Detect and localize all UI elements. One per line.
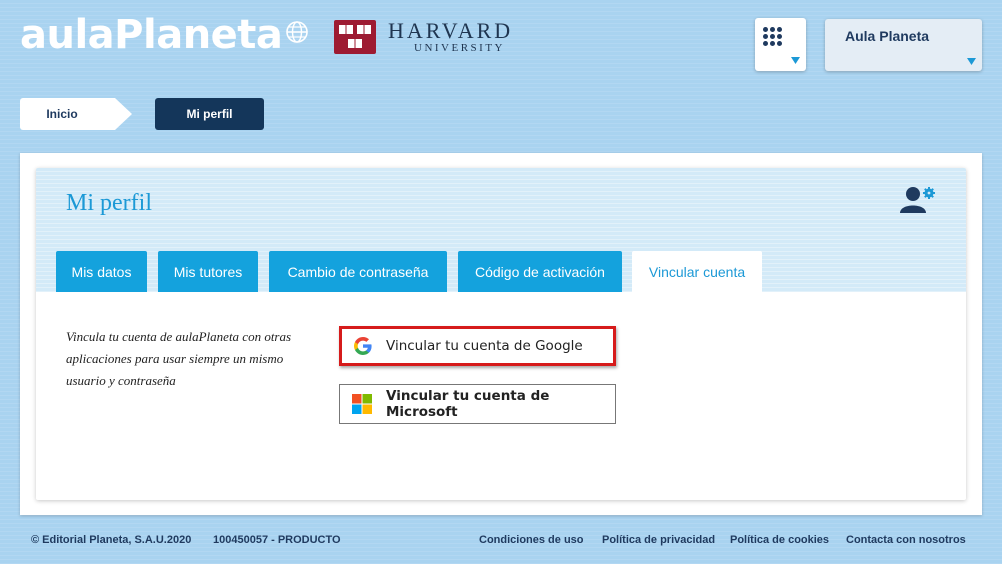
link-microsoft-label: Vincular tu cuenta de Microsoft: [386, 388, 550, 420]
footer-product-code: 100450057 - PRODUCTO: [213, 534, 341, 546]
link-account-description: Vincula tu cuenta de aulaPlaneta con otr…: [66, 329, 292, 388]
google-icon: [354, 337, 372, 355]
harvard-name: HARVARD: [388, 18, 514, 43]
apps-menu-button[interactable]: [755, 18, 806, 71]
profile-card: Mi perfil Mis datos Mis tutores Cambio d…: [36, 168, 966, 500]
page-title: Mi perfil: [66, 190, 152, 216]
footer-link-terms[interactable]: Condiciones de uso: [479, 534, 584, 546]
tab-codigo-activacion[interactable]: Código de activación: [458, 251, 622, 292]
tab-cambio-contrasena[interactable]: Cambio de contraseña: [269, 251, 447, 292]
link-google-button[interactable]: Vincular tu cuenta de Google: [339, 326, 616, 366]
logo-text: aulaPlaneta: [20, 12, 283, 58]
user-menu-dropdown[interactable]: Aula Planeta: [825, 19, 982, 71]
tab-vincular-cuenta[interactable]: Vincular cuenta: [632, 251, 762, 292]
breadcrumb-current: Mi perfil: [155, 98, 264, 130]
user-name: Aula Planeta: [845, 28, 930, 44]
footer-link-cookies[interactable]: Política de cookies: [730, 534, 829, 546]
footer-link-contact[interactable]: Contacta con nosotros: [846, 534, 966, 546]
user-settings-icon[interactable]: [900, 185, 938, 220]
microsoft-icon: [352, 394, 372, 414]
breadcrumb-home[interactable]: Inicio: [20, 98, 132, 130]
harvard-shield-icon: [334, 20, 376, 54]
link-google-label: Vincular tu cuenta de Google: [386, 338, 583, 354]
globe-icon: [285, 8, 309, 54]
footer-link-privacy[interactable]: Política de privacidad: [602, 534, 715, 546]
grid-dots-icon: [763, 27, 782, 46]
caret-down-icon: [791, 57, 800, 64]
tab-mis-tutores[interactable]: Mis tutores: [158, 251, 258, 292]
link-microsoft-button[interactable]: Vincular tu cuenta de Microsoft: [339, 384, 616, 424]
harvard-logo: HARVARD UNIVERSITY: [334, 20, 513, 54]
aulaplaneta-logo[interactable]: aulaPlaneta: [20, 12, 309, 58]
harvard-subtitle: UNIVERSITY: [414, 42, 505, 54]
profile-card-header: Mi perfil Mis datos Mis tutores Cambio d…: [36, 168, 966, 292]
tab-mis-datos[interactable]: Mis datos: [56, 251, 147, 292]
footer-copyright: © Editorial Planeta, S.A.U.2020: [31, 534, 192, 546]
caret-down-icon: [967, 58, 976, 65]
